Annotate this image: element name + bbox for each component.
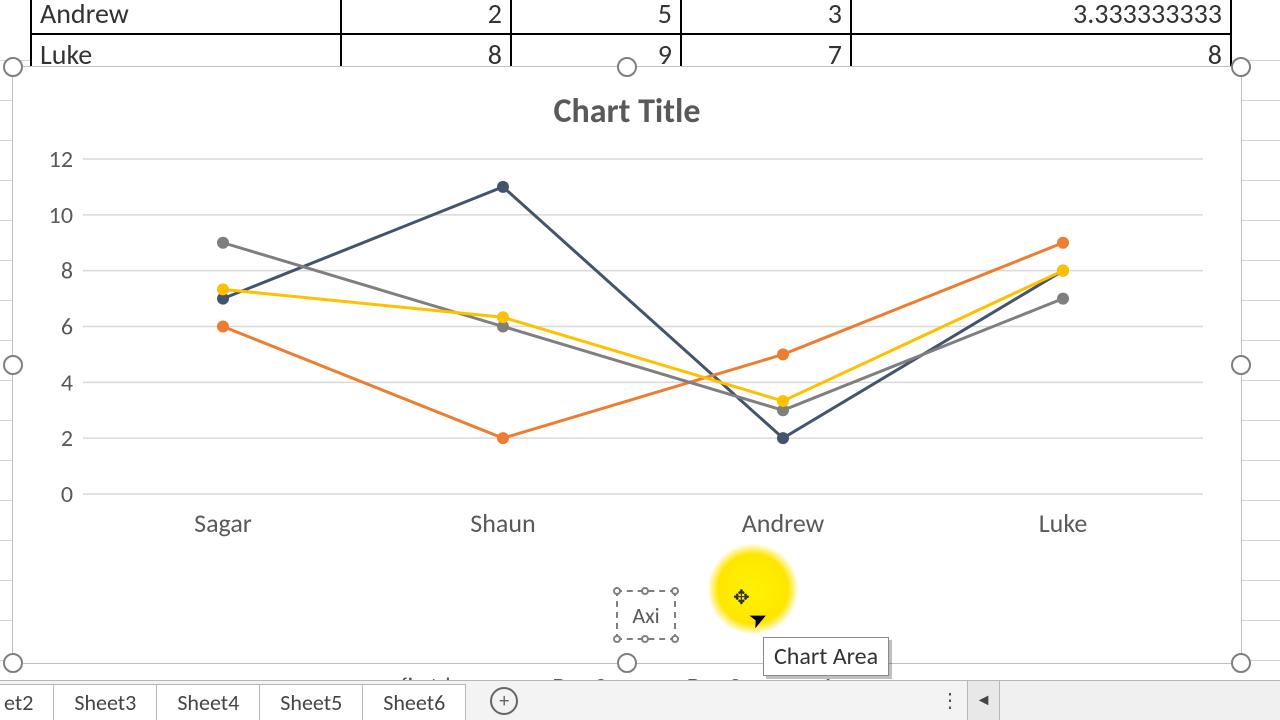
selection-handle[interactable] [3, 653, 23, 673]
table-row: Andrew 2 5 3 3.333333333 [31, 0, 1231, 34]
x-axis-label: Andrew [742, 507, 824, 539]
cell-name[interactable]: Andrew [31, 0, 341, 34]
selection-handle[interactable] [1231, 653, 1251, 673]
axis-title-text: Axi [632, 602, 659, 629]
textbox-handle[interactable] [613, 587, 621, 595]
new-sheet-button[interactable]: + [484, 681, 524, 720]
selection-handle[interactable] [1231, 355, 1251, 375]
selection-handle[interactable] [1231, 57, 1251, 77]
scroll-left-button[interactable]: ◄ [968, 681, 1000, 720]
tooltip-chart-area: Chart Area [763, 637, 889, 676]
x-axis-label: Shaun [470, 507, 535, 539]
selection-handle[interactable] [617, 57, 637, 77]
move-cursor-icon: ✥ [733, 585, 750, 610]
textbox-handle[interactable] [671, 635, 679, 643]
tab-overflow-icon[interactable]: ⋮ [933, 681, 967, 720]
plot-area[interactable]: 024681012 [43, 159, 1213, 494]
cell-val[interactable]: 5 [511, 0, 681, 34]
x-axis-label: Luke [1039, 507, 1088, 539]
textbox-handle[interactable] [641, 587, 649, 595]
sheet-tab[interactable]: Sheet3 [53, 684, 157, 720]
sheet-tab[interactable]: Sheet6 [362, 684, 466, 720]
textbox-handle[interactable] [671, 587, 679, 595]
svg-text:6: 6 [61, 313, 73, 342]
plus-icon: + [490, 687, 518, 715]
scroll-track[interactable] [1000, 681, 1280, 720]
sheet-tab-bar: et2 Sheet3Sheet4Sheet5Sheet6 + ⋮ ◄ [0, 680, 1280, 720]
textbox-handle[interactable] [613, 635, 621, 643]
cell-val[interactable]: 3 [681, 0, 851, 34]
svg-text:4: 4 [61, 368, 73, 397]
chart-area[interactable]: Chart Title 0 2 4 6 8 10 12 Sagar Shaun Andrew Lu… [12, 66, 1242, 664]
sheet-tab[interactable]: Sheet5 [259, 684, 363, 720]
selection-handle[interactable] [617, 653, 637, 673]
sheet-tab[interactable]: Sheet4 [156, 684, 260, 720]
x-axis-label: Sagar [194, 507, 252, 539]
sheet-tab[interactable]: et2 [0, 684, 54, 720]
chart-title[interactable]: Chart Title [13, 91, 1241, 132]
svg-text:8: 8 [61, 257, 73, 286]
selection-handle[interactable] [3, 355, 23, 375]
horizontal-scrollbar[interactable]: ◄ [967, 681, 1280, 720]
svg-text:0: 0 [61, 480, 73, 509]
svg-text:12: 12 [49, 145, 73, 174]
selection-handle[interactable] [3, 57, 23, 77]
cell-val[interactable]: 2 [341, 0, 511, 34]
cell-val[interactable]: 3.333333333 [851, 0, 1231, 34]
svg-text:2: 2 [61, 424, 73, 453]
axis-title-textbox[interactable]: Axi [616, 590, 676, 640]
textbox-handle[interactable] [641, 635, 649, 643]
svg-text:10: 10 [49, 201, 73, 230]
